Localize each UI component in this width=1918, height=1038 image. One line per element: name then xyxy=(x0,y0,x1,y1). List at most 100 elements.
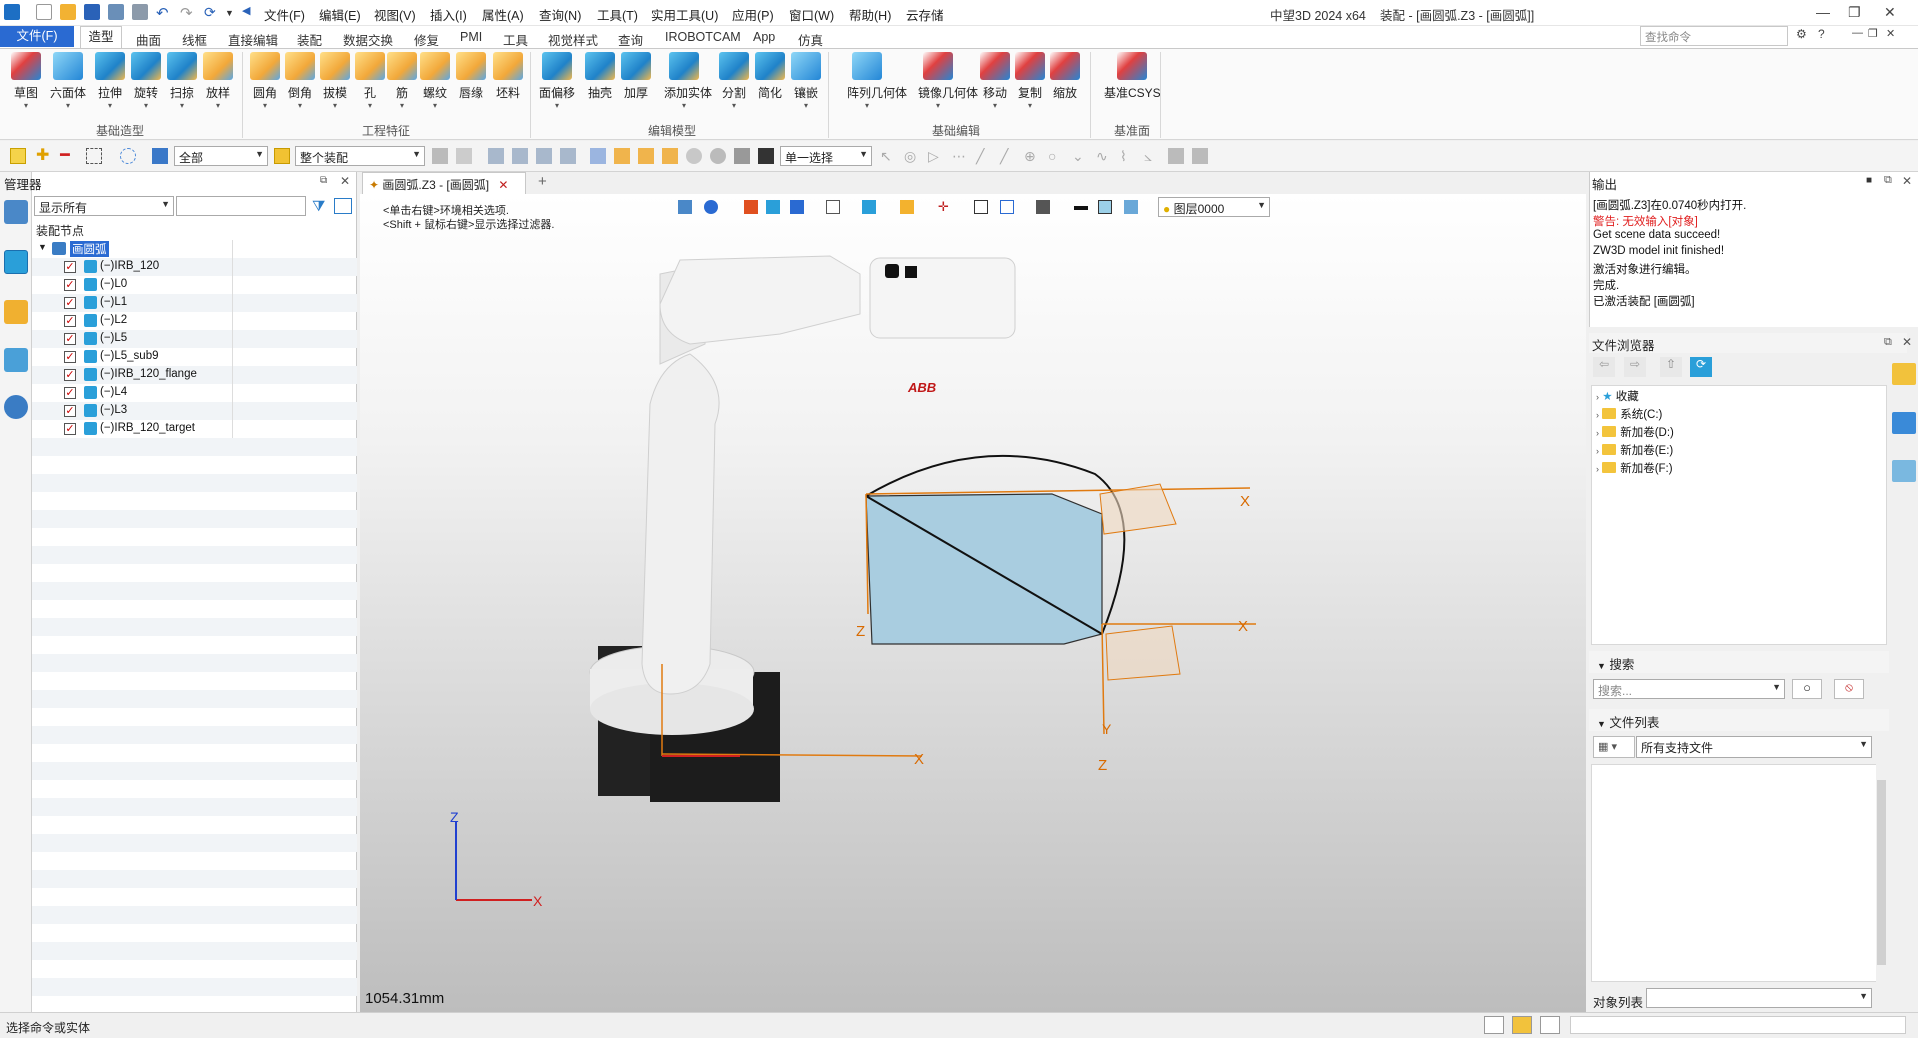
fb-restore-icon[interactable]: ⧉ xyxy=(1884,336,1892,349)
toolbar-icon-j[interactable] xyxy=(662,148,678,164)
restore-icon[interactable]: ❐ xyxy=(1848,4,1861,21)
tab-wireframe[interactable]: 线框 xyxy=(182,30,207,49)
document-tab[interactable]: ✦ 画圆弧.Z3 - [画圆弧] ✕ xyxy=(362,172,526,194)
toolbar-icon-c[interactable] xyxy=(488,148,504,164)
file-list-area[interactable] xyxy=(1591,764,1887,982)
draft-button[interactable]: 拔模 ▾ xyxy=(315,52,355,110)
palette-dock-icon[interactable] xyxy=(1892,412,1916,434)
close-icon[interactable]: ✕ xyxy=(1884,4,1896,21)
fb-back-icon[interactable]: ⇦ xyxy=(1593,357,1615,377)
snap-icon-6[interactable]: ╱ xyxy=(1000,148,1016,164)
menu-edit[interactable]: 编辑(E) xyxy=(319,5,361,24)
add-solid-button[interactable]: 添加实体 ▾ xyxy=(664,52,712,110)
toolbar-icon-g[interactable] xyxy=(590,148,606,164)
quick-access-dropdown-icon[interactable]: ▼ xyxy=(225,8,241,24)
face-offset-button[interactable]: 面偏移 ▾ xyxy=(537,52,577,110)
tab-modeling[interactable]: 造型 xyxy=(80,26,122,48)
settings-icon[interactable]: ⚙ xyxy=(1796,27,1807,41)
toolbar-icon-h[interactable] xyxy=(614,148,630,164)
menu-file[interactable]: 文件(F) xyxy=(264,5,305,24)
file-search-input[interactable]: 搜索... ▼ xyxy=(1593,679,1785,699)
tree-node[interactable]: ✓ (−)L3 xyxy=(32,402,357,420)
split-button[interactable]: 分割 ▾ xyxy=(714,52,754,110)
stop-icon[interactable] xyxy=(758,148,774,164)
snap-icon-3[interactable]: ▷ xyxy=(928,148,944,164)
shell-button[interactable]: 抽壳 xyxy=(580,52,620,101)
pattern-button[interactable]: 阵列几何体 ▾ xyxy=(847,52,907,110)
menu-insert[interactable]: 插入(I) xyxy=(430,5,467,24)
select-pointer-icon[interactable] xyxy=(10,148,26,164)
tree-node[interactable]: ✓ (−)L5 xyxy=(32,330,357,348)
toolbar-icon-b[interactable] xyxy=(456,148,472,164)
menu-view[interactable]: 视图(V) xyxy=(374,5,416,24)
tree-node[interactable]: ✓ (−)IRB_120_target xyxy=(32,420,357,438)
filter-icon[interactable] xyxy=(152,148,168,164)
tree-node[interactable]: ✓ (−)L2 xyxy=(32,312,357,330)
print-icon[interactable] xyxy=(108,4,124,20)
status-icon-3[interactable] xyxy=(1540,1016,1560,1034)
new-file-icon[interactable] xyxy=(36,4,52,20)
toolbar-icon-m[interactable] xyxy=(734,148,750,164)
sketch-button[interactable]: 草图 ▾ xyxy=(6,52,46,110)
snap-icon-2[interactable]: ◎ xyxy=(904,148,920,164)
status-icon-1[interactable] xyxy=(1484,1016,1504,1034)
snap-icon-1[interactable]: ↖ xyxy=(880,148,896,164)
fb-item-drive-d[interactable]: › 新加卷(D:) xyxy=(1596,424,1674,440)
tab-irobotcam[interactable]: IROBOTCAM xyxy=(665,30,741,44)
tab-query[interactable]: 查询 xyxy=(618,30,643,49)
lip-button[interactable]: 唇缘 xyxy=(451,52,491,101)
minimize-icon[interactable]: — xyxy=(1816,4,1830,20)
fillet-button[interactable]: 圆角 ▾ xyxy=(245,52,285,110)
select-mode-combo[interactable]: 单一选择 ▼ xyxy=(780,146,872,166)
snap-icon-10[interactable]: ∿ xyxy=(1096,148,1112,164)
ribbon-restore-icon[interactable]: ❐ xyxy=(1868,27,1878,40)
tab-surface[interactable]: 曲面 xyxy=(136,30,161,49)
output-pin-icon[interactable]: ■ xyxy=(1866,175,1872,186)
fb-item-drive-f[interactable]: › 新加卷(F:) xyxy=(1596,460,1673,476)
toolbar-icon-a[interactable] xyxy=(432,148,448,164)
save-icon[interactable] xyxy=(84,4,100,20)
history-manager-icon[interactable] xyxy=(4,200,28,224)
scale-button[interactable]: 缩放 xyxy=(1045,52,1085,101)
tab-pmi[interactable]: PMI xyxy=(460,30,482,44)
undo-icon[interactable]: ↶ xyxy=(156,4,172,22)
copy-button[interactable]: 复制 ▾ xyxy=(1010,52,1050,110)
add-icon[interactable]: ✚ xyxy=(36,148,52,164)
redo-icon[interactable]: ↷ xyxy=(180,4,196,22)
datum-csys-button[interactable]: 基准CSYS xyxy=(1104,52,1161,101)
menu-attributes[interactable]: 属性(A) xyxy=(482,5,524,24)
manager-filter-input[interactable] xyxy=(176,196,306,216)
tree-node[interactable]: ✓ (−)IRB_120 xyxy=(32,258,357,276)
chamfer-button[interactable]: 倒角 ▾ xyxy=(280,52,320,110)
lasso-select-icon[interactable] xyxy=(120,148,136,164)
toolbar-icon-f[interactable] xyxy=(560,148,576,164)
snap-icon-13[interactable] xyxy=(1168,148,1184,164)
tree-node[interactable]: ✓ (−)IRB_120_flange xyxy=(32,366,357,384)
menu-query[interactable]: 查询(N) xyxy=(539,5,581,24)
box-button[interactable]: 六面体 ▾ xyxy=(48,52,88,110)
search-section-header[interactable]: ▼ 搜索 xyxy=(1589,651,1889,673)
back-arrow-icon[interactable]: ◀ xyxy=(242,4,258,20)
remove-icon[interactable]: ━ xyxy=(60,148,76,164)
tab-data-exchange[interactable]: 数据交换 xyxy=(343,30,393,49)
assembly-scope-combo[interactable]: 整个装配 ▼ xyxy=(295,146,425,166)
menu-window[interactable]: 窗口(W) xyxy=(789,5,834,24)
assembly-scope-icon[interactable] xyxy=(274,148,290,164)
menu-apps[interactable]: 应用(P) xyxy=(732,5,774,24)
blank-button[interactable]: 坯料 xyxy=(488,52,528,101)
tree-node[interactable]: ✓ (−)L4 xyxy=(32,384,357,402)
revolve-button[interactable]: 旋转 ▾ xyxy=(126,52,166,110)
tree-node[interactable]: ✓ (−)L1 xyxy=(32,294,357,312)
snap-icon-7[interactable]: ⊕ xyxy=(1024,148,1040,164)
menu-utilities[interactable]: 实用工具(U) xyxy=(651,5,718,24)
output-restore-icon[interactable]: ⧉ xyxy=(1884,174,1892,187)
emboss-button[interactable]: 镶嵌 ▾ xyxy=(786,52,826,110)
ribbon-close-icon[interactable]: ✕ xyxy=(1886,27,1895,40)
menu-cloud[interactable]: 云存储 xyxy=(906,5,944,24)
toolbar-icon-k[interactable] xyxy=(686,148,702,164)
move-button[interactable]: 移动 ▾ xyxy=(975,52,1015,110)
simplify-button[interactable]: 简化 xyxy=(750,52,790,101)
snap-icon-14[interactable] xyxy=(1192,148,1208,164)
list-settings-icon[interactable] xyxy=(334,198,352,214)
tree-node[interactable]: ✓ (−)L0 xyxy=(32,276,357,294)
